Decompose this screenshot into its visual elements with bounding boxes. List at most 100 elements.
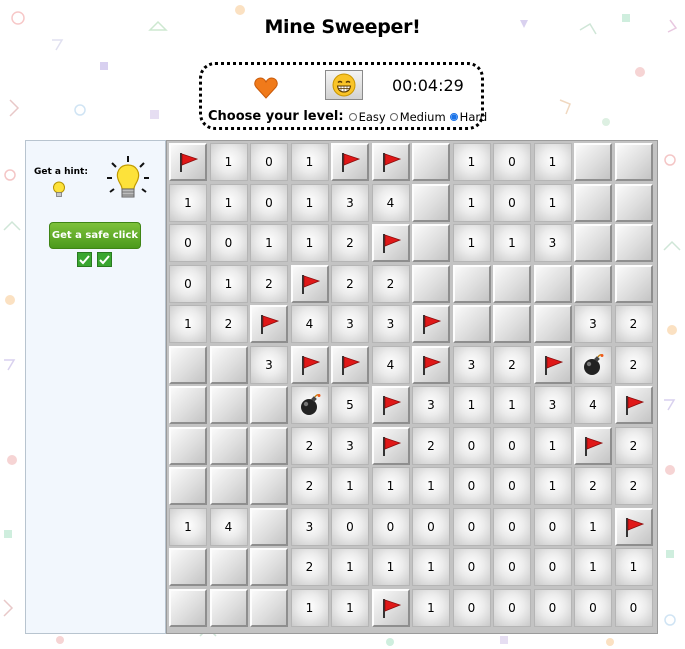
revealed-cell[interactable]: 2 — [614, 305, 653, 343]
revealed-cell[interactable]: 3 — [290, 507, 329, 546]
mine-cell[interactable] — [574, 345, 612, 384]
flagged-cell[interactable] — [371, 588, 410, 627]
level-medium-radio[interactable] — [389, 112, 398, 121]
revealed-cell[interactable]: 1 — [452, 183, 491, 222]
revealed-cell[interactable]: 0 — [493, 143, 531, 181]
hidden-cell[interactable] — [614, 183, 653, 222]
hidden-cell[interactable] — [169, 345, 207, 384]
flagged-cell[interactable] — [331, 143, 369, 181]
flagged-cell[interactable] — [371, 224, 410, 262]
revealed-cell[interactable]: 1 — [290, 588, 329, 627]
revealed-cell[interactable]: 0 — [574, 588, 612, 627]
revealed-cell[interactable]: 3 — [574, 305, 612, 343]
revealed-cell[interactable]: 1 — [169, 305, 207, 343]
revealed-cell[interactable]: 0 — [452, 467, 491, 505]
revealed-cell[interactable]: 5 — [331, 386, 369, 424]
revealed-cell[interactable]: 1 — [412, 467, 450, 505]
restart-smiley-button[interactable] — [325, 70, 363, 100]
revealed-cell[interactable]: 0 — [493, 467, 531, 505]
revealed-cell[interactable]: 0 — [371, 507, 410, 546]
hidden-cell[interactable] — [412, 183, 450, 222]
flagged-cell[interactable] — [250, 305, 288, 343]
revealed-cell[interactable]: 1 — [290, 183, 329, 222]
revealed-cell[interactable]: 4 — [574, 386, 612, 424]
revealed-cell[interactable]: 0 — [493, 588, 531, 627]
level-hard-radio[interactable] — [449, 112, 458, 121]
hint-bulb-icon[interactable] — [52, 181, 66, 199]
hidden-cell[interactable] — [250, 426, 288, 465]
revealed-cell[interactable]: 2 — [209, 305, 248, 343]
revealed-cell[interactable]: 4 — [290, 305, 329, 343]
revealed-cell[interactable]: 2 — [614, 345, 653, 384]
revealed-cell[interactable]: 2 — [290, 548, 329, 586]
revealed-cell[interactable]: 0 — [250, 183, 288, 222]
hidden-cell[interactable] — [614, 264, 653, 303]
flagged-cell[interactable] — [371, 143, 410, 181]
hidden-cell[interactable] — [209, 386, 248, 424]
revealed-cell[interactable]: 0 — [533, 548, 572, 586]
revealed-cell[interactable]: 1 — [169, 507, 207, 546]
revealed-cell[interactable]: 0 — [452, 588, 491, 627]
revealed-cell[interactable]: 2 — [290, 426, 329, 465]
hidden-cell[interactable] — [209, 588, 248, 627]
revealed-cell[interactable]: 1 — [452, 143, 491, 181]
revealed-cell[interactable]: 1 — [412, 548, 450, 586]
revealed-cell[interactable]: 0 — [452, 507, 491, 546]
hidden-cell[interactable] — [209, 426, 248, 465]
revealed-cell[interactable]: 1 — [574, 548, 612, 586]
hidden-cell[interactable] — [209, 467, 248, 505]
flagged-cell[interactable] — [412, 345, 450, 384]
hidden-cell[interactable] — [533, 305, 572, 343]
revealed-cell[interactable]: 2 — [574, 467, 612, 505]
hidden-cell[interactable] — [412, 264, 450, 303]
revealed-cell[interactable]: 0 — [493, 426, 531, 465]
hidden-cell[interactable] — [250, 507, 288, 546]
hidden-cell[interactable] — [493, 264, 531, 303]
revealed-cell[interactable]: 1 — [290, 224, 329, 262]
flagged-cell[interactable] — [614, 386, 653, 424]
revealed-cell[interactable]: 2 — [493, 345, 531, 384]
revealed-cell[interactable]: 1 — [290, 143, 329, 181]
revealed-cell[interactable]: 0 — [533, 507, 572, 546]
flagged-cell[interactable] — [371, 386, 410, 424]
level-easy-radio[interactable] — [348, 112, 357, 121]
revealed-cell[interactable]: 1 — [331, 548, 369, 586]
hidden-cell[interactable] — [169, 467, 207, 505]
hidden-cell[interactable] — [452, 305, 491, 343]
level-easy-label[interactable]: Easy — [359, 110, 386, 124]
revealed-cell[interactable]: 4 — [371, 345, 410, 384]
revealed-cell[interactable]: 4 — [209, 507, 248, 546]
flagged-cell[interactable] — [574, 426, 612, 465]
revealed-cell[interactable]: 0 — [493, 548, 531, 586]
revealed-cell[interactable]: 2 — [331, 264, 369, 303]
revealed-cell[interactable]: 0 — [493, 183, 531, 222]
hidden-cell[interactable] — [169, 386, 207, 424]
level-medium-label[interactable]: Medium — [400, 110, 446, 124]
revealed-cell[interactable]: 1 — [452, 386, 491, 424]
revealed-cell[interactable]: 2 — [371, 264, 410, 303]
revealed-cell[interactable]: 1 — [209, 264, 248, 303]
revealed-cell[interactable]: 1 — [371, 548, 410, 586]
revealed-cell[interactable]: 1 — [412, 588, 450, 627]
flagged-cell[interactable] — [614, 507, 653, 546]
flagged-cell[interactable] — [331, 345, 369, 384]
hidden-cell[interactable] — [250, 386, 288, 424]
revealed-cell[interactable]: 4 — [371, 183, 410, 222]
hidden-cell[interactable] — [533, 264, 572, 303]
revealed-cell[interactable]: 1 — [533, 183, 572, 222]
revealed-cell[interactable]: 1 — [331, 588, 369, 627]
revealed-cell[interactable]: 1 — [493, 224, 531, 262]
revealed-cell[interactable]: 0 — [614, 588, 653, 627]
revealed-cell[interactable]: 3 — [412, 386, 450, 424]
revealed-cell[interactable]: 0 — [412, 507, 450, 546]
hidden-cell[interactable] — [169, 548, 207, 586]
hidden-cell[interactable] — [574, 224, 612, 262]
hidden-cell[interactable] — [169, 426, 207, 465]
revealed-cell[interactable]: 0 — [452, 548, 491, 586]
revealed-cell[interactable]: 0 — [209, 224, 248, 262]
revealed-cell[interactable]: 1 — [209, 183, 248, 222]
revealed-cell[interactable]: 0 — [533, 588, 572, 627]
revealed-cell[interactable]: 0 — [250, 143, 288, 181]
hidden-cell[interactable] — [614, 143, 653, 181]
revealed-cell[interactable]: 0 — [169, 224, 207, 262]
